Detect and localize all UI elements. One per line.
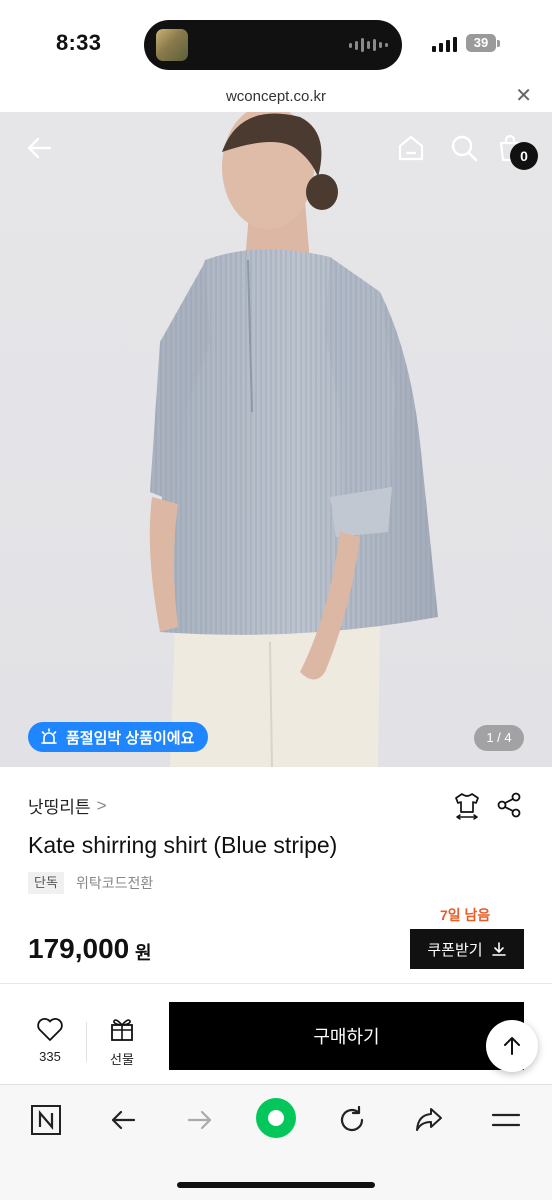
product-image-carousel[interactable]: 0 품절임박 상품이에요 1 / 4 bbox=[0, 112, 552, 767]
consignment-code-tag: 위탁코드전환 bbox=[76, 875, 154, 891]
dynamic-island[interactable] bbox=[144, 20, 402, 70]
battery-icon: 39 bbox=[466, 34, 496, 52]
heart-icon bbox=[37, 1018, 63, 1041]
download-icon bbox=[491, 942, 506, 956]
low-stock-badge: 품절임박 상품이에요 bbox=[28, 722, 209, 752]
arrow-up-icon bbox=[504, 1037, 520, 1055]
status-bar: 8:33 39 bbox=[0, 0, 552, 86]
download-coupon-button[interactable]: 쿠폰받기 bbox=[410, 929, 524, 969]
purchase-bar-divider bbox=[86, 1022, 87, 1062]
search-icon[interactable] bbox=[448, 132, 480, 164]
coupon-days-left: 7일 남음 bbox=[440, 907, 491, 923]
gift-icon bbox=[111, 1019, 133, 1041]
browser-forward-icon[interactable] bbox=[182, 1102, 218, 1138]
home-indicator[interactable] bbox=[177, 1182, 375, 1188]
browser-back-icon[interactable] bbox=[105, 1102, 141, 1138]
audio-waveform-icon bbox=[349, 37, 388, 53]
menu-icon[interactable] bbox=[488, 1102, 524, 1138]
url-domain[interactable]: wconcept.co.kr bbox=[0, 88, 552, 105]
price-currency: 원 bbox=[135, 943, 152, 963]
home-icon[interactable] bbox=[395, 132, 427, 164]
coupon-button-label: 쿠폰받기 bbox=[427, 941, 483, 959]
brand-name[interactable]: 낫띵리튼 bbox=[28, 793, 91, 818]
like-count: 335 bbox=[39, 1049, 61, 1064]
close-icon[interactable]: ✕ bbox=[515, 86, 532, 106]
back-arrow-icon[interactable] bbox=[24, 132, 56, 164]
product-price: 179,000 bbox=[28, 933, 130, 964]
image-page-indicator: 1 / 4 bbox=[474, 725, 524, 751]
now-playing-artwork bbox=[156, 29, 188, 61]
size-guide-shirt-icon[interactable] bbox=[452, 790, 482, 820]
exclusive-tag: 단독 bbox=[28, 872, 64, 894]
naver-n-icon[interactable] bbox=[28, 1102, 64, 1138]
cart-count-badge: 0 bbox=[510, 142, 538, 170]
like-button[interactable]: 335 bbox=[28, 1016, 72, 1064]
gift-label: 선물 bbox=[110, 1052, 134, 1067]
brand-link[interactable]: 낫띵리튼 > bbox=[28, 793, 107, 818]
status-time: 8:33 bbox=[56, 30, 102, 55]
cellular-signal-icon bbox=[432, 36, 457, 52]
chevron-right-icon: > bbox=[96, 795, 107, 815]
buy-button[interactable]: 구매하기 bbox=[169, 1002, 524, 1070]
share-icon[interactable] bbox=[494, 790, 524, 820]
share-page-icon[interactable] bbox=[411, 1102, 447, 1138]
url-bar[interactable]: wconcept.co.kr ✕ bbox=[0, 86, 552, 112]
naver-logo-icon bbox=[31, 1105, 61, 1135]
reload-icon[interactable] bbox=[334, 1102, 370, 1138]
naver-green-dot-icon[interactable] bbox=[256, 1098, 296, 1138]
scroll-to-top-button[interactable] bbox=[486, 1020, 538, 1072]
product-photo bbox=[149, 112, 438, 767]
product-title: Kate shirring shirt (Blue stripe) bbox=[28, 832, 338, 858]
low-stock-text: 품절임박 상품이에요 bbox=[66, 729, 195, 747]
alarm-siren-icon bbox=[41, 728, 57, 744]
section-divider bbox=[0, 983, 552, 984]
gift-button[interactable]: 선물 bbox=[100, 1016, 144, 1068]
battery-nub bbox=[497, 40, 500, 47]
